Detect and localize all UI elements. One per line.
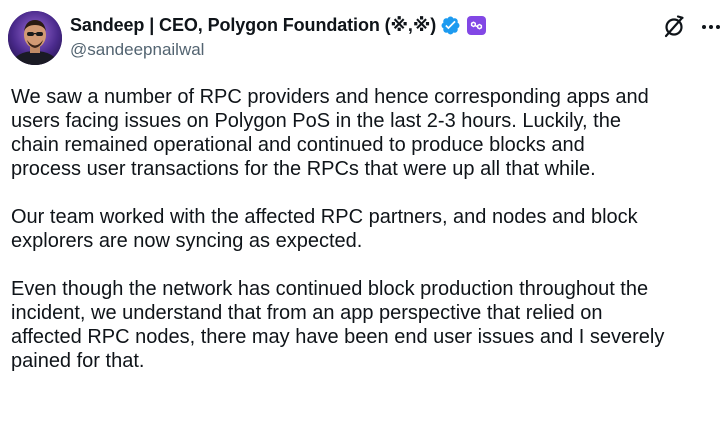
more-dot [709, 25, 713, 29]
tweet-paragraph: We saw a number of RPC providers and hen… [11, 86, 649, 180]
name-row: Sandeep | CEO, Polygon Foundation (※,※) [70, 13, 648, 37]
polygon-logo-icon[interactable] [467, 15, 487, 35]
tweet-paragraph: Our team worked with the affected RPC pa… [11, 206, 638, 252]
tweet-paragraph: Even though the network has continued bl… [11, 278, 665, 372]
tweet-text: We saw a number of RPC providers and hen… [11, 85, 723, 397]
more-dot [716, 25, 720, 29]
display-name[interactable]: Sandeep | CEO, Polygon Foundation (※,※) [70, 15, 436, 36]
tweet-card: Sandeep | CEO, Polygon Foundation (※,※) … [0, 0, 728, 445]
avatar[interactable] [8, 11, 62, 65]
verified-check-icon [441, 16, 460, 34]
more-options-icon[interactable] [699, 16, 723, 38]
grok-icon[interactable] [661, 14, 687, 40]
author-block: Sandeep | CEO, Polygon Foundation (※,※) … [70, 13, 648, 61]
more-dot [702, 25, 706, 29]
author-handle[interactable]: @sandeepnailwal [70, 39, 648, 61]
